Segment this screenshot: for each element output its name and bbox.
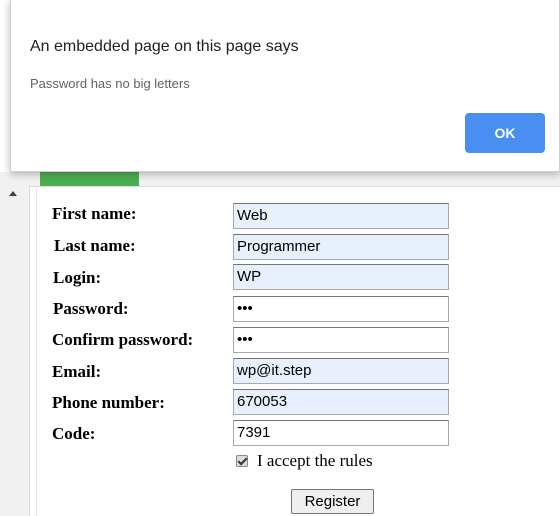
phone-number-input[interactable]: 670053 [233, 389, 449, 415]
code-input[interactable]: 7391 [233, 420, 449, 446]
confirm-password-label: Confirm password: [52, 330, 194, 349]
login-label: Login: [53, 268, 102, 287]
email-label: Email: [52, 362, 102, 381]
password-input[interactable]: ••• [233, 296, 449, 322]
code-label: Code: [52, 424, 96, 443]
dialog-title: An embedded page on this page says [30, 38, 299, 55]
alert-dialog: An embedded page on this page says Passw… [10, 0, 560, 172]
accept-rules-row[interactable]: I accept the rules [236, 451, 373, 471]
dialog-message: Password has no big letters [30, 76, 190, 91]
email-input[interactable]: wp@it.step [233, 358, 449, 384]
ok-button[interactable]: OK [465, 113, 545, 153]
first-name-input[interactable]: Web [233, 203, 449, 229]
last-name-input[interactable]: Programmer [233, 234, 449, 260]
password-label: Password: [53, 299, 129, 318]
register-button[interactable]: Register [291, 489, 374, 514]
first-name-label: First name: [52, 204, 137, 223]
last-name-label: Last name: [54, 236, 136, 255]
confirm-password-input[interactable]: ••• [233, 327, 449, 353]
login-input[interactable]: WP [233, 264, 449, 290]
accept-rules-checkbox[interactable] [236, 455, 248, 467]
accept-rules-label: I accept the rules [257, 451, 373, 470]
phone-number-label: Phone number: [52, 393, 165, 412]
